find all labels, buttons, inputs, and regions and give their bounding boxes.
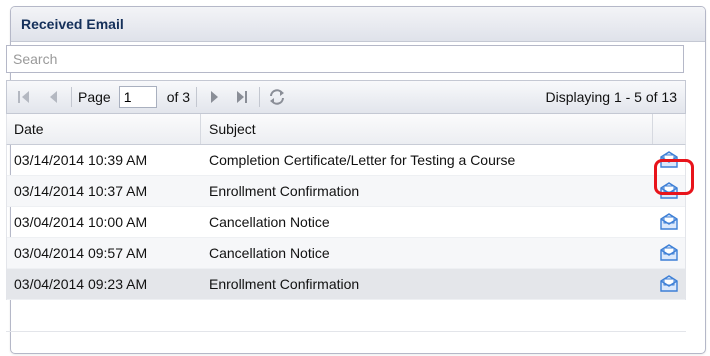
row-subject: Cancellation Notice: [209, 245, 330, 261]
callout-highlight-box: [654, 159, 694, 195]
toolbar-separator: [259, 87, 261, 107]
column-header-actions: [653, 114, 685, 144]
envelope-icon: [660, 244, 678, 261]
row-subject: Cancellation Notice: [209, 214, 330, 230]
row-subject: Completion Certificate/Letter for Testin…: [209, 152, 516, 168]
next-page-icon[interactable]: [203, 86, 225, 108]
paging-display-info: Displaying 1 - 5 of 13: [545, 89, 677, 105]
row-subject: Enrollment Confirmation: [209, 183, 360, 199]
column-header-date-label: Date: [14, 121, 44, 137]
row-date: 03/04/2014 09:57 AM: [14, 245, 148, 261]
row-date: 03/04/2014 09:23 AM: [14, 276, 148, 292]
prev-page-icon[interactable]: [43, 86, 65, 108]
paging-toolbar: Page of 3 Displaying 1 - 5 of 13: [6, 80, 686, 114]
table-row[interactable]: 03/14/2014 10:39 AM Completion Certifica…: [7, 145, 685, 176]
view-email-button[interactable]: [653, 238, 685, 268]
column-header-date[interactable]: Date: [7, 114, 201, 144]
table-row[interactable]: 03/04/2014 09:57 AM Cancellation Notice: [7, 238, 685, 269]
panel-title: Received Email: [11, 7, 705, 42]
page-label: Page: [78, 89, 111, 105]
first-page-icon[interactable]: [13, 86, 35, 108]
row-date: 03/04/2014 10:00 AM: [14, 214, 148, 230]
refresh-icon[interactable]: [266, 86, 288, 108]
toolbar-separator: [196, 87, 198, 107]
row-date: 03/14/2014 10:39 AM: [14, 152, 148, 168]
grid-empty-area: [6, 331, 686, 347]
table-row[interactable]: 03/04/2014 09:23 AM Enrollment Confirmat…: [7, 269, 685, 300]
page-number-input[interactable]: [118, 86, 157, 108]
view-email-button[interactable]: [653, 207, 685, 237]
envelope-icon: [660, 275, 678, 292]
row-subject: Enrollment Confirmation: [209, 276, 360, 292]
page-count-label: of 3: [166, 89, 191, 105]
envelope-icon: [660, 213, 678, 230]
toolbar-separator: [71, 87, 72, 107]
search-input[interactable]: [6, 45, 684, 73]
column-header-subject[interactable]: Subject: [201, 114, 653, 144]
column-header-subject-label: Subject: [209, 121, 256, 137]
table-row[interactable]: 03/04/2014 10:00 AM Cancellation Notice: [7, 207, 685, 238]
email-list: 03/14/2014 10:39 AM Completion Certifica…: [6, 145, 686, 300]
table-row[interactable]: 03/14/2014 10:37 AM Enrollment Confirmat…: [7, 176, 685, 207]
row-date: 03/14/2014 10:37 AM: [14, 183, 148, 199]
view-email-button[interactable]: [653, 269, 685, 299]
last-page-icon[interactable]: [231, 86, 253, 108]
grid-header: Date Subject: [6, 114, 686, 145]
